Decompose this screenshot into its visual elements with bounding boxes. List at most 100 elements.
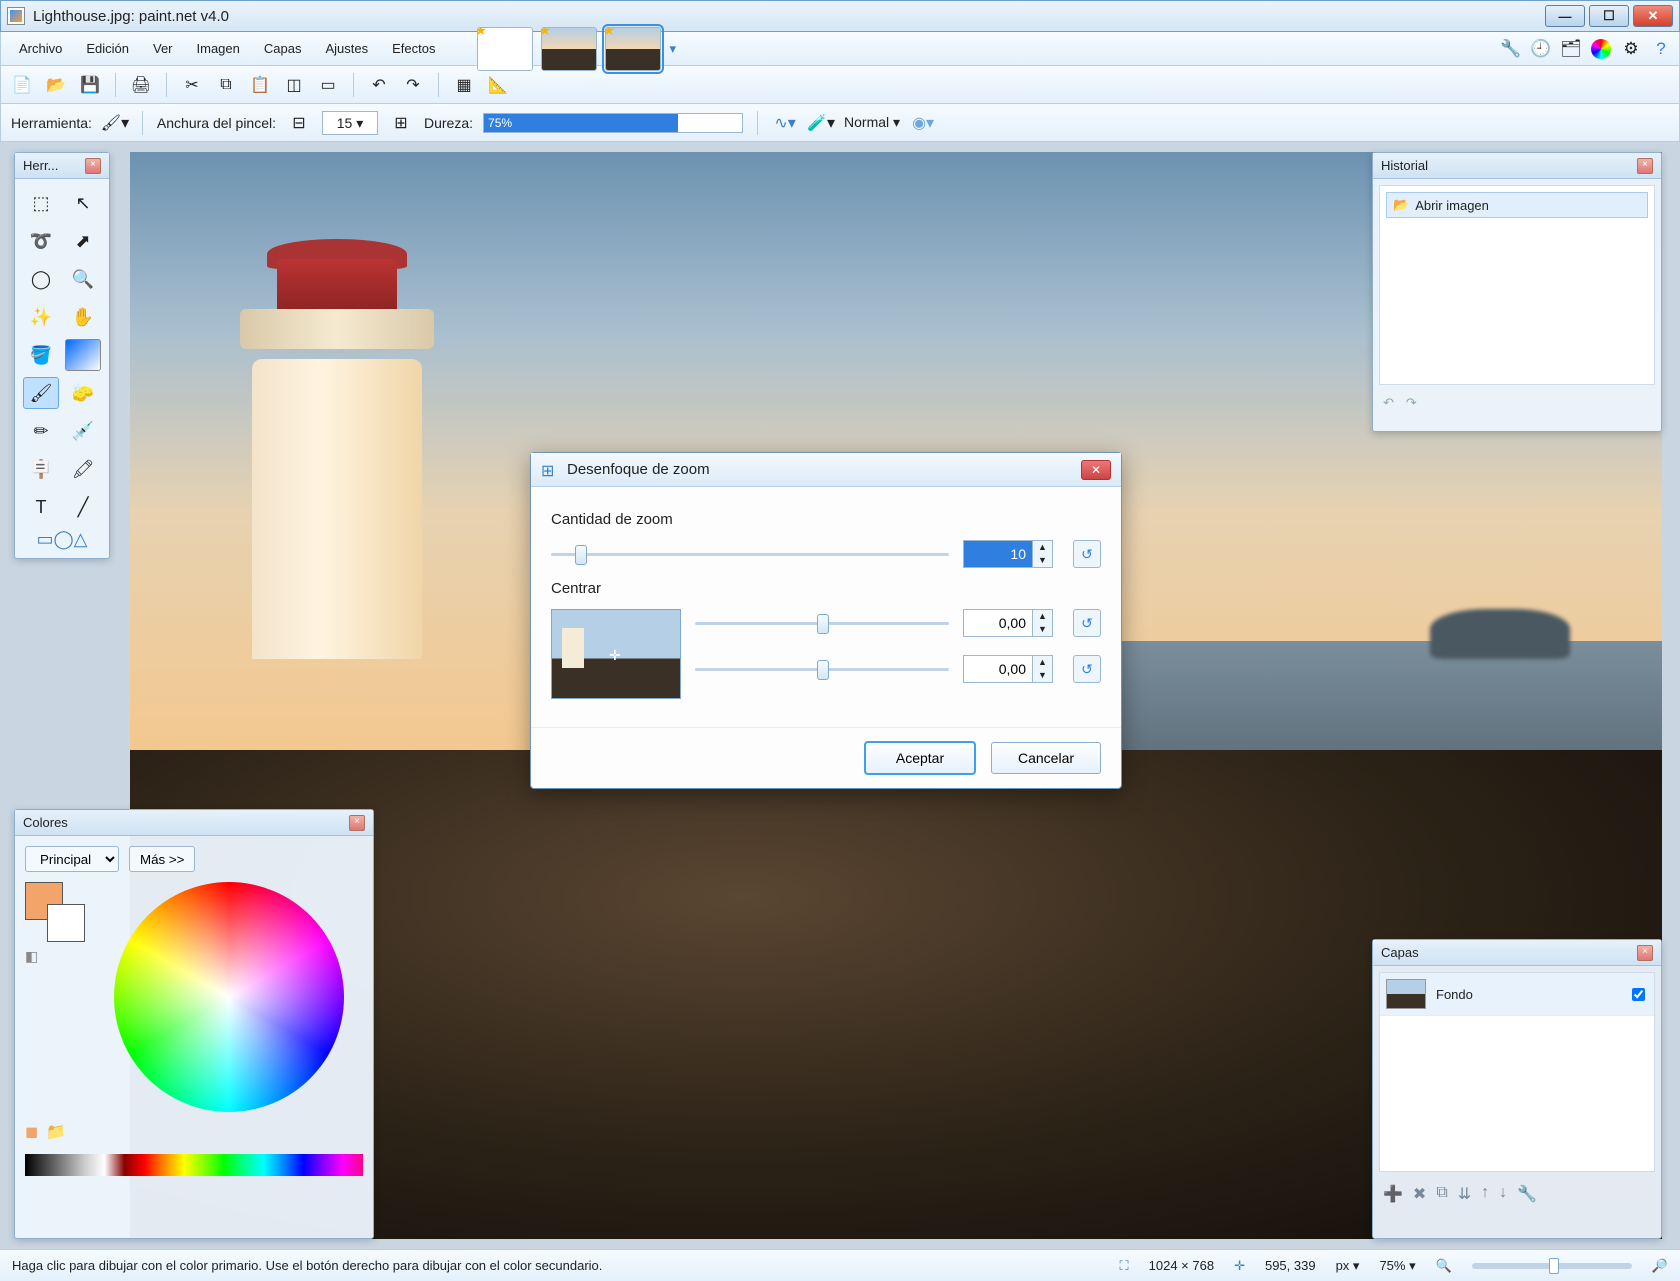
text-tool[interactable]: T <box>23 491 59 523</box>
redo-icon[interactable]: ↷ <box>400 72 426 98</box>
menu-archivo[interactable]: Archivo <box>7 35 74 62</box>
center-y-slider[interactable] <box>695 658 949 680</box>
add-layer-icon[interactable]: ➕ <box>1383 1184 1403 1204</box>
deselect-icon[interactable]: ▭ <box>315 72 341 98</box>
center-y-input[interactable] <box>963 655 1033 683</box>
print-icon[interactable]: 🖨 <box>128 72 154 98</box>
layers-panel-close[interactable]: × <box>1637 945 1653 961</box>
merge-layer-icon[interactable]: ⇊ <box>1458 1184 1471 1204</box>
zoom-out-icon[interactable]: 🔍 <box>1436 1258 1452 1274</box>
new-file-icon[interactable]: 📄 <box>9 72 35 98</box>
history-window-icon[interactable]: 🕘 <box>1531 39 1551 59</box>
clone-tool[interactable]: 🪧 <box>23 453 59 485</box>
fill-mode[interactable]: 🧪 <box>808 110 834 136</box>
layer-props-icon[interactable]: 🔧 <box>1517 1184 1537 1204</box>
zoom-amount-input[interactable] <box>963 540 1033 568</box>
layer-down-icon[interactable]: ↓ <box>1499 1184 1507 1204</box>
grid-icon[interactable]: ▦ <box>451 72 477 98</box>
color-wheel[interactable] <box>114 882 344 1112</box>
brush-width-field[interactable]: 15 <box>322 111 378 135</box>
color-swatches[interactable] <box>25 882 85 942</box>
zoom-value[interactable]: 75% <box>1379 1258 1415 1274</box>
menu-edicion[interactable]: Edición <box>74 35 141 62</box>
dialog-close-button[interactable]: ✕ <box>1081 460 1111 480</box>
zoom-amount-spinner[interactable]: ▲▼ <box>1033 540 1053 568</box>
doc-thumb-2[interactable]: ★ <box>541 27 597 71</box>
delete-layer-icon[interactable]: ✖ <box>1413 1184 1426 1204</box>
eyedropper-tool[interactable]: 💉 <box>65 415 101 447</box>
open-file-icon[interactable]: 📂 <box>43 72 69 98</box>
shapes-tool[interactable]: ▭◯△ <box>23 529 101 550</box>
center-x-input[interactable] <box>963 609 1033 637</box>
pan-tool[interactable]: ✋ <box>65 301 101 333</box>
manage-palette-icon[interactable]: 📁 <box>46 1122 66 1142</box>
colors-window-icon[interactable] <box>1591 39 1611 59</box>
layers-window-icon[interactable]: 🗂 <box>1561 39 1581 59</box>
pencil-tool[interactable]: ✏ <box>23 415 59 447</box>
dialog-title-bar[interactable]: ⊞ Desenfoque de zoom ✕ <box>531 453 1121 487</box>
gradient-tool[interactable] <box>65 339 101 371</box>
menu-imagen[interactable]: Imagen <box>185 35 252 62</box>
eraser-tool[interactable]: 🧽 <box>65 377 101 409</box>
lasso-tool[interactable]: ➰ <box>23 225 59 257</box>
zoom-in-icon[interactable]: 🔎 <box>1652 1258 1668 1274</box>
magic-wand-tool[interactable]: ✨ <box>23 301 59 333</box>
window-close-button[interactable]: ✕ <box>1633 5 1673 27</box>
zoom-amount-reset[interactable]: ↺ <box>1073 540 1101 568</box>
colors-more-button[interactable]: Más >> <box>129 846 195 872</box>
maximize-button[interactable]: ☐ <box>1589 5 1629 27</box>
color-mode-select[interactable]: Principal <box>25 846 119 872</box>
doc-thumb-1[interactable]: ★ <box>477 27 533 71</box>
thumb-dropdown-icon[interactable]: ▾ <box>669 41 676 57</box>
layer-up-icon[interactable]: ↑ <box>1481 1184 1489 1204</box>
crop-icon[interactable]: ◫ <box>281 72 307 98</box>
history-item[interactable]: 📂Abrir imagen <box>1386 192 1648 218</box>
minimize-button[interactable]: — <box>1545 5 1585 27</box>
menu-ajustes[interactable]: Ajustes <box>313 35 380 62</box>
settings-icon[interactable]: ⚙ <box>1621 39 1641 59</box>
layer-visibility-checkbox[interactable] <box>1632 988 1645 1001</box>
menu-capas[interactable]: Capas <box>252 35 314 62</box>
hardness-slider[interactable]: 75% <box>483 113 743 133</box>
menu-ver[interactable]: Ver <box>141 35 185 62</box>
center-x-reset[interactable]: ↺ <box>1073 609 1101 637</box>
add-color-icon[interactable]: ◼ <box>25 1122 38 1142</box>
ruler-icon[interactable]: 📐 <box>485 72 511 98</box>
blend-mode[interactable]: Normal <box>844 114 900 131</box>
recolor-tool[interactable]: 🖍 <box>65 453 101 485</box>
history-redo-icon[interactable]: ↷ <box>1406 395 1417 411</box>
help-icon[interactable]: ? <box>1651 39 1671 59</box>
move-tool[interactable]: ↖ <box>65 187 101 219</box>
dialog-cancel-button[interactable]: Cancelar <box>991 742 1101 774</box>
center-y-spinner[interactable]: ▲▼ <box>1033 655 1053 683</box>
layer-item[interactable]: Fondo <box>1380 973 1654 1016</box>
brush-width-increase[interactable]: ⊞ <box>388 110 414 136</box>
rect-select-tool[interactable]: ⬚ <box>23 187 59 219</box>
history-panel-close[interactable]: × <box>1637 158 1653 174</box>
blend-extra[interactable]: ◉ <box>910 110 936 136</box>
cut-icon[interactable]: ✂ <box>179 72 205 98</box>
brush-width-decrease[interactable]: ⊟ <box>286 110 312 136</box>
paste-icon[interactable]: 📋 <box>247 72 273 98</box>
tools-panel-close[interactable]: × <box>85 158 101 174</box>
duplicate-layer-icon[interactable]: ⧉ <box>1436 1184 1447 1204</box>
tools-window-icon[interactable]: 🔧 <box>1501 39 1521 59</box>
menu-efectos[interactable]: Efectos <box>380 35 447 62</box>
center-x-slider[interactable] <box>695 612 949 634</box>
doc-thumb-3[interactable]: ★ <box>605 27 661 71</box>
history-panel[interactable]: Historial× 📂Abrir imagen ↶ ↷ <box>1372 152 1662 432</box>
colors-panel-close[interactable]: × <box>349 815 365 831</box>
tools-panel[interactable]: Herr...× ⬚ ↖ ➰ ⬈ ◯ 🔍 ✨ ✋ 🪣 🖌 🧽 ✏ 💉 🪧 🖍 T… <box>14 152 110 559</box>
undo-icon[interactable]: ↶ <box>366 72 392 98</box>
unit-selector[interactable]: px <box>1336 1258 1360 1274</box>
color-palette[interactable] <box>25 1154 363 1176</box>
paintbrush-tool[interactable]: 🖌 <box>23 377 59 409</box>
antialias-toggle[interactable]: ∿ <box>772 110 798 136</box>
center-y-reset[interactable]: ↺ <box>1073 655 1101 683</box>
center-x-spinner[interactable]: ▲▼ <box>1033 609 1053 637</box>
save-file-icon[interactable]: 💾 <box>77 72 103 98</box>
copy-icon[interactable]: ⧉ <box>213 72 239 98</box>
tool-selector[interactable]: 🖌 <box>102 110 128 136</box>
colors-panel[interactable]: Colores× Principal Más >> ◧ ◼ 📁 <box>14 809 374 1239</box>
dialog-ok-button[interactable]: Aceptar <box>865 742 975 774</box>
